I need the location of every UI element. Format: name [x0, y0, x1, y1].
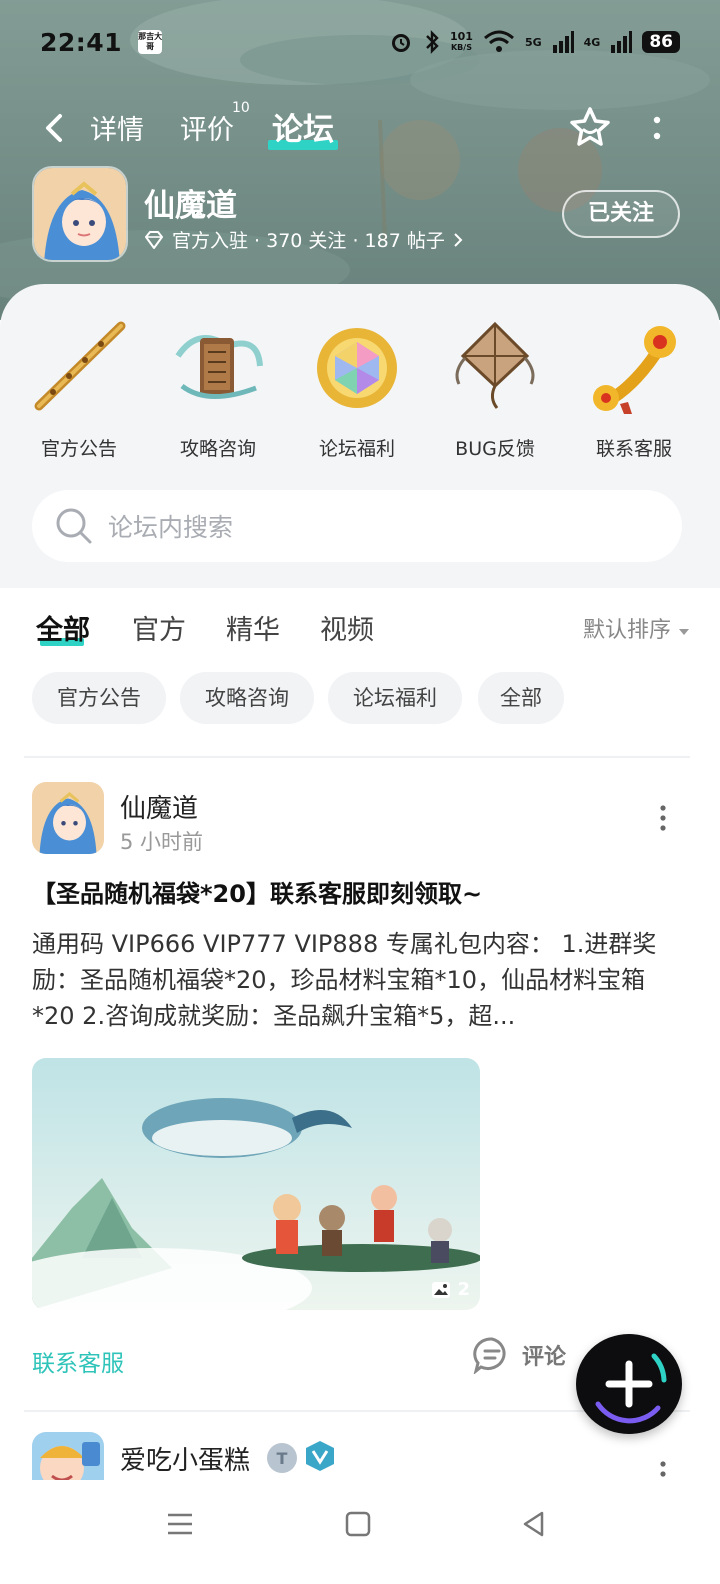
filter-tab-all[interactable]: 全部: [36, 608, 90, 647]
more-options-icon[interactable]: [648, 110, 666, 146]
post-author-name[interactable]: 仙魔道: [120, 788, 198, 825]
menu-icon[interactable]: [166, 1510, 194, 1538]
status-icons: 101 KB/S 5G 4G 86: [388, 29, 680, 55]
app-meta-text: 官方入驻 · 370 关注 · 187 帖子: [172, 230, 445, 252]
post-image[interactable]: 2: [32, 1058, 480, 1310]
quick-entry-label: 论坛福利: [318, 438, 395, 460]
wifi-icon: [483, 30, 514, 52]
post-topic-tag[interactable]: 联系客服: [32, 1344, 124, 1378]
post-author-avatar[interactable]: [32, 782, 104, 854]
post-more-icon[interactable]: [658, 804, 668, 834]
chip-all[interactable]: 全部: [478, 672, 564, 724]
filter-tab-video[interactable]: 视频: [320, 608, 374, 647]
feed-filter-tabs: 全部 官方 精华 视频 默认排序: [36, 604, 690, 654]
post-image-art: [32, 1058, 480, 1310]
plus-icon: [595, 1353, 667, 1424]
tab-forum[interactable]: 论坛: [272, 104, 334, 149]
image-count-value: 2: [457, 1279, 470, 1300]
app-meta[interactable]: 官方入驻 · 370 关注 · 187 帖子: [144, 226, 463, 253]
comment-button[interactable]: 评论: [472, 1336, 566, 1374]
chip-welfare[interactable]: 论坛福利: [328, 672, 462, 724]
forum-header: 22:41 那吉大哥 101KB/S 5G 4G 86 详情 评价 10 论坛: [0, 0, 720, 320]
back-arrow-icon[interactable]: [40, 110, 70, 146]
post-time: 5 小时前: [120, 830, 204, 854]
post-body[interactable]: 通用码 VIP666 VIP777 VIP888 专属礼包内容： 1.进群奖励：…: [32, 926, 682, 1036]
app-avatar-art: [34, 168, 126, 260]
search-icon: [56, 508, 92, 544]
system-nav-bar: [0, 1484, 720, 1584]
create-post-button[interactable]: [576, 1334, 682, 1434]
sort-label: 默认排序: [582, 618, 671, 643]
top-nav: 详情 评价 10 论坛: [0, 100, 720, 156]
app-icon[interactable]: [32, 166, 128, 262]
forum-search-bar[interactable]: 论坛内搜索: [32, 490, 682, 562]
chip-announcement[interactable]: 官方公告: [32, 672, 166, 724]
kite-icon: [455, 321, 535, 409]
home-icon[interactable]: [344, 1510, 372, 1538]
signal-icon-2: [611, 31, 633, 53]
filter-tab-official[interactable]: 官方: [132, 608, 186, 647]
gem-icon: [317, 328, 397, 408]
quick-entry-welfare[interactable]: 论坛福利: [297, 316, 417, 461]
search-placeholder: 论坛内搜索: [108, 513, 234, 542]
quick-entry-guide[interactable]: 攻略咨询: [158, 316, 278, 461]
image-icon: [432, 1281, 451, 1298]
status-bar: 22:41 那吉大哥 101 KB/S 5G 4G 86: [40, 24, 680, 60]
net1-label: 5G: [524, 35, 542, 49]
quick-entries: 官方公告 攻略咨询 论坛福利 BUG反馈 联系客服: [0, 316, 720, 466]
quick-entry-label: 攻略咨询: [179, 438, 256, 460]
quick-panel: 官方公告 攻略咨询 论坛福利 BUG反馈 联系客服 论坛内搜索: [0, 284, 720, 588]
quick-entry-announcement[interactable]: 官方公告: [19, 316, 139, 461]
image-count: 2: [431, 1279, 470, 1300]
net2-label: 4G: [583, 35, 601, 49]
back-triangle-icon[interactable]: [520, 1510, 548, 1538]
ruyi-icon: [593, 326, 676, 414]
comment-icon: [473, 1337, 506, 1374]
bluetooth-icon: [426, 30, 439, 54]
net-speed: 101 KB/S: [450, 31, 473, 53]
avatar-art: [32, 1432, 104, 1480]
level-badge-icon: T: [267, 1443, 297, 1473]
filter-tab-featured[interactable]: 精华: [226, 608, 280, 647]
alarm-icon: [391, 34, 410, 52]
scroll-icon: [175, 335, 263, 399]
review-count-badge: 10: [232, 100, 250, 116]
carrier-badge: 那吉大哥: [138, 30, 163, 54]
quick-entry-support[interactable]: 联系客服: [574, 316, 694, 461]
favorite-star-icon[interactable]: [566, 104, 614, 152]
net-speed-unit: KB/S: [450, 43, 472, 52]
comment-label: 评论: [522, 1345, 567, 1370]
quick-entry-label: 官方公告: [40, 438, 117, 460]
post-title[interactable]: 【圣品随机福袋*20】联系客服即刻领取~: [32, 874, 682, 909]
avatar-art: [32, 782, 104, 854]
diamond-icon: [145, 230, 163, 249]
flute-icon: [34, 321, 126, 411]
svg-text:T: T: [277, 1449, 288, 1468]
quick-entry-label: 联系客服: [595, 438, 672, 460]
caret-down-icon: [679, 629, 689, 635]
verified-badge-icon: [306, 1441, 334, 1471]
quick-entry-bug[interactable]: BUG反馈: [435, 316, 555, 461]
sort-dropdown[interactable]: 默认排序: [583, 612, 690, 644]
divider: [24, 756, 690, 758]
post-more-icon[interactable]: [658, 1460, 668, 1484]
category-chips: 官方公告 攻略咨询 论坛福利 全部: [32, 672, 688, 726]
chip-guide[interactable]: 攻略咨询: [180, 672, 314, 724]
quick-entry-label: BUG反馈: [455, 438, 535, 460]
follow-button[interactable]: 已关注: [562, 190, 680, 238]
chevron-right-icon: [454, 232, 463, 247]
app-name: 仙魔道: [144, 188, 237, 224]
tab-details[interactable]: 详情: [90, 108, 144, 147]
post-author-name[interactable]: 爱吃小蛋糕: [120, 1440, 250, 1477]
battery-level: 86: [642, 31, 680, 53]
post-author-avatar[interactable]: [32, 1432, 104, 1480]
status-time: 22:41: [40, 27, 123, 57]
tab-reviews[interactable]: 评价: [180, 108, 234, 147]
signal-icon-1: [552, 31, 574, 53]
